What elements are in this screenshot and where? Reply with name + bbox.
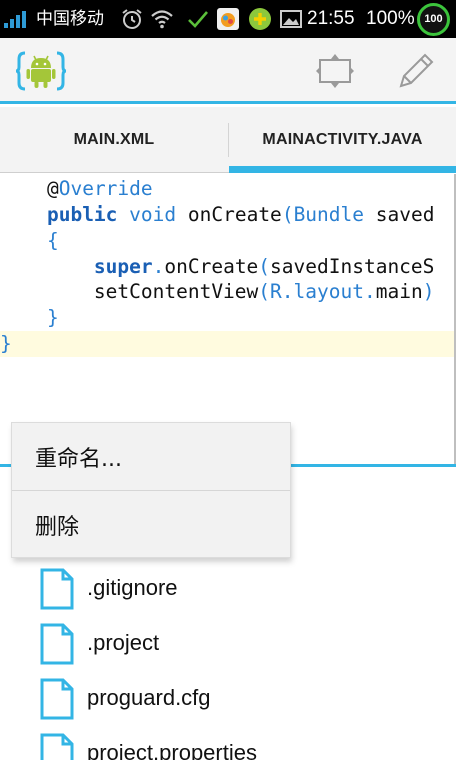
code-token: . <box>364 280 376 303</box>
code-token: onCreate <box>176 203 282 226</box>
code-token: ) <box>422 280 435 303</box>
file-row[interactable]: .project <box>0 617 456 672</box>
code-token: void <box>129 203 177 226</box>
context-menu: 重命名... 删除 <box>11 422 291 558</box>
clock: 21:55 <box>307 8 355 29</box>
tab-main-xml[interactable]: MAIN.XML <box>0 107 228 173</box>
code-token: ( <box>281 203 294 226</box>
code-token: Override <box>58 177 153 200</box>
code-token: ( <box>258 280 271 303</box>
file-icon <box>40 678 74 720</box>
menu-item-label: 重命名... <box>35 446 122 472</box>
menu-item-label: 删除 <box>35 514 80 540</box>
action-bar <box>0 38 456 104</box>
code-token: setContentView <box>93 280 259 303</box>
code-token: saved <box>364 203 435 226</box>
edit-pencil-icon[interactable] <box>393 48 439 94</box>
code-line[interactable]: } <box>0 331 456 357</box>
code-token: public <box>46 203 118 226</box>
file-name: project.properties <box>87 740 257 760</box>
code-token: super <box>93 255 153 278</box>
tab-label: MAIN.XML <box>73 131 155 148</box>
code-token: . <box>281 280 294 303</box>
code-token: } <box>0 332 12 355</box>
android-logo-icon[interactable] <box>16 50 66 92</box>
code-token: main <box>375 280 423 303</box>
alarm-icon <box>122 9 142 29</box>
file-row[interactable]: project.properties <box>0 727 456 760</box>
file-row[interactable]: .gitignore <box>0 562 456 617</box>
code-token: onCreate <box>164 255 259 278</box>
tab-mainactivity-java[interactable]: MAINACTIVITY.JAVA <box>229 107 456 173</box>
file-icon <box>40 623 74 665</box>
app-notification-icon <box>217 8 239 30</box>
code-token: Bundle <box>293 203 365 226</box>
code-line[interactable]: super.onCreate(savedInstanceS <box>0 254 435 280</box>
file-icon <box>40 568 74 610</box>
file-name: .gitignore <box>87 575 178 600</box>
carrier-name: 中国移动 <box>36 9 104 29</box>
file-row[interactable]: proguard.cfg <box>0 672 456 727</box>
status-bar: 中国移动 21:55 100% 100 <box>0 0 456 38</box>
tab-label: MAINACTIVITY.JAVA <box>262 131 423 148</box>
menu-item-delete[interactable]: 删除 <box>12 491 290 558</box>
image-icon <box>280 10 302 28</box>
battery-badge: 100 <box>417 3 450 36</box>
code-line[interactable]: @Override <box>0 176 153 202</box>
code-token: { <box>46 229 59 252</box>
code-token: } <box>46 306 59 329</box>
code-token: ( <box>258 255 271 278</box>
code-line[interactable]: setContentView(R.layout.main) <box>0 279 435 305</box>
file-name: proguard.cfg <box>87 685 211 710</box>
selected-tab-indicator <box>229 166 456 173</box>
file-icon <box>40 733 74 760</box>
code-editor[interactable]: @Override public void onCreate(Bundle sa… <box>0 174 456 464</box>
signal-icon <box>4 10 32 28</box>
switch-layout-icon[interactable] <box>312 48 358 94</box>
code-token: @ <box>46 177 59 200</box>
code-line[interactable]: public void onCreate(Bundle saved <box>0 202 435 228</box>
code-token: R <box>270 280 282 303</box>
battery-level: 100% <box>366 8 415 29</box>
green-plus-icon <box>249 8 271 30</box>
code-token: savedInstanceS <box>270 255 435 278</box>
check-icon <box>188 11 208 28</box>
tab-bar: MAIN.XML MAINACTIVITY.JAVA <box>0 107 456 173</box>
code-line[interactable]: { <box>0 228 59 254</box>
file-name: .project <box>87 630 160 655</box>
code-token: layout <box>293 280 364 303</box>
wifi-icon <box>151 10 173 29</box>
code-token: . <box>152 255 165 278</box>
menu-item-rename[interactable]: 重命名... <box>12 423 290 490</box>
code-line[interactable]: } <box>0 305 59 331</box>
